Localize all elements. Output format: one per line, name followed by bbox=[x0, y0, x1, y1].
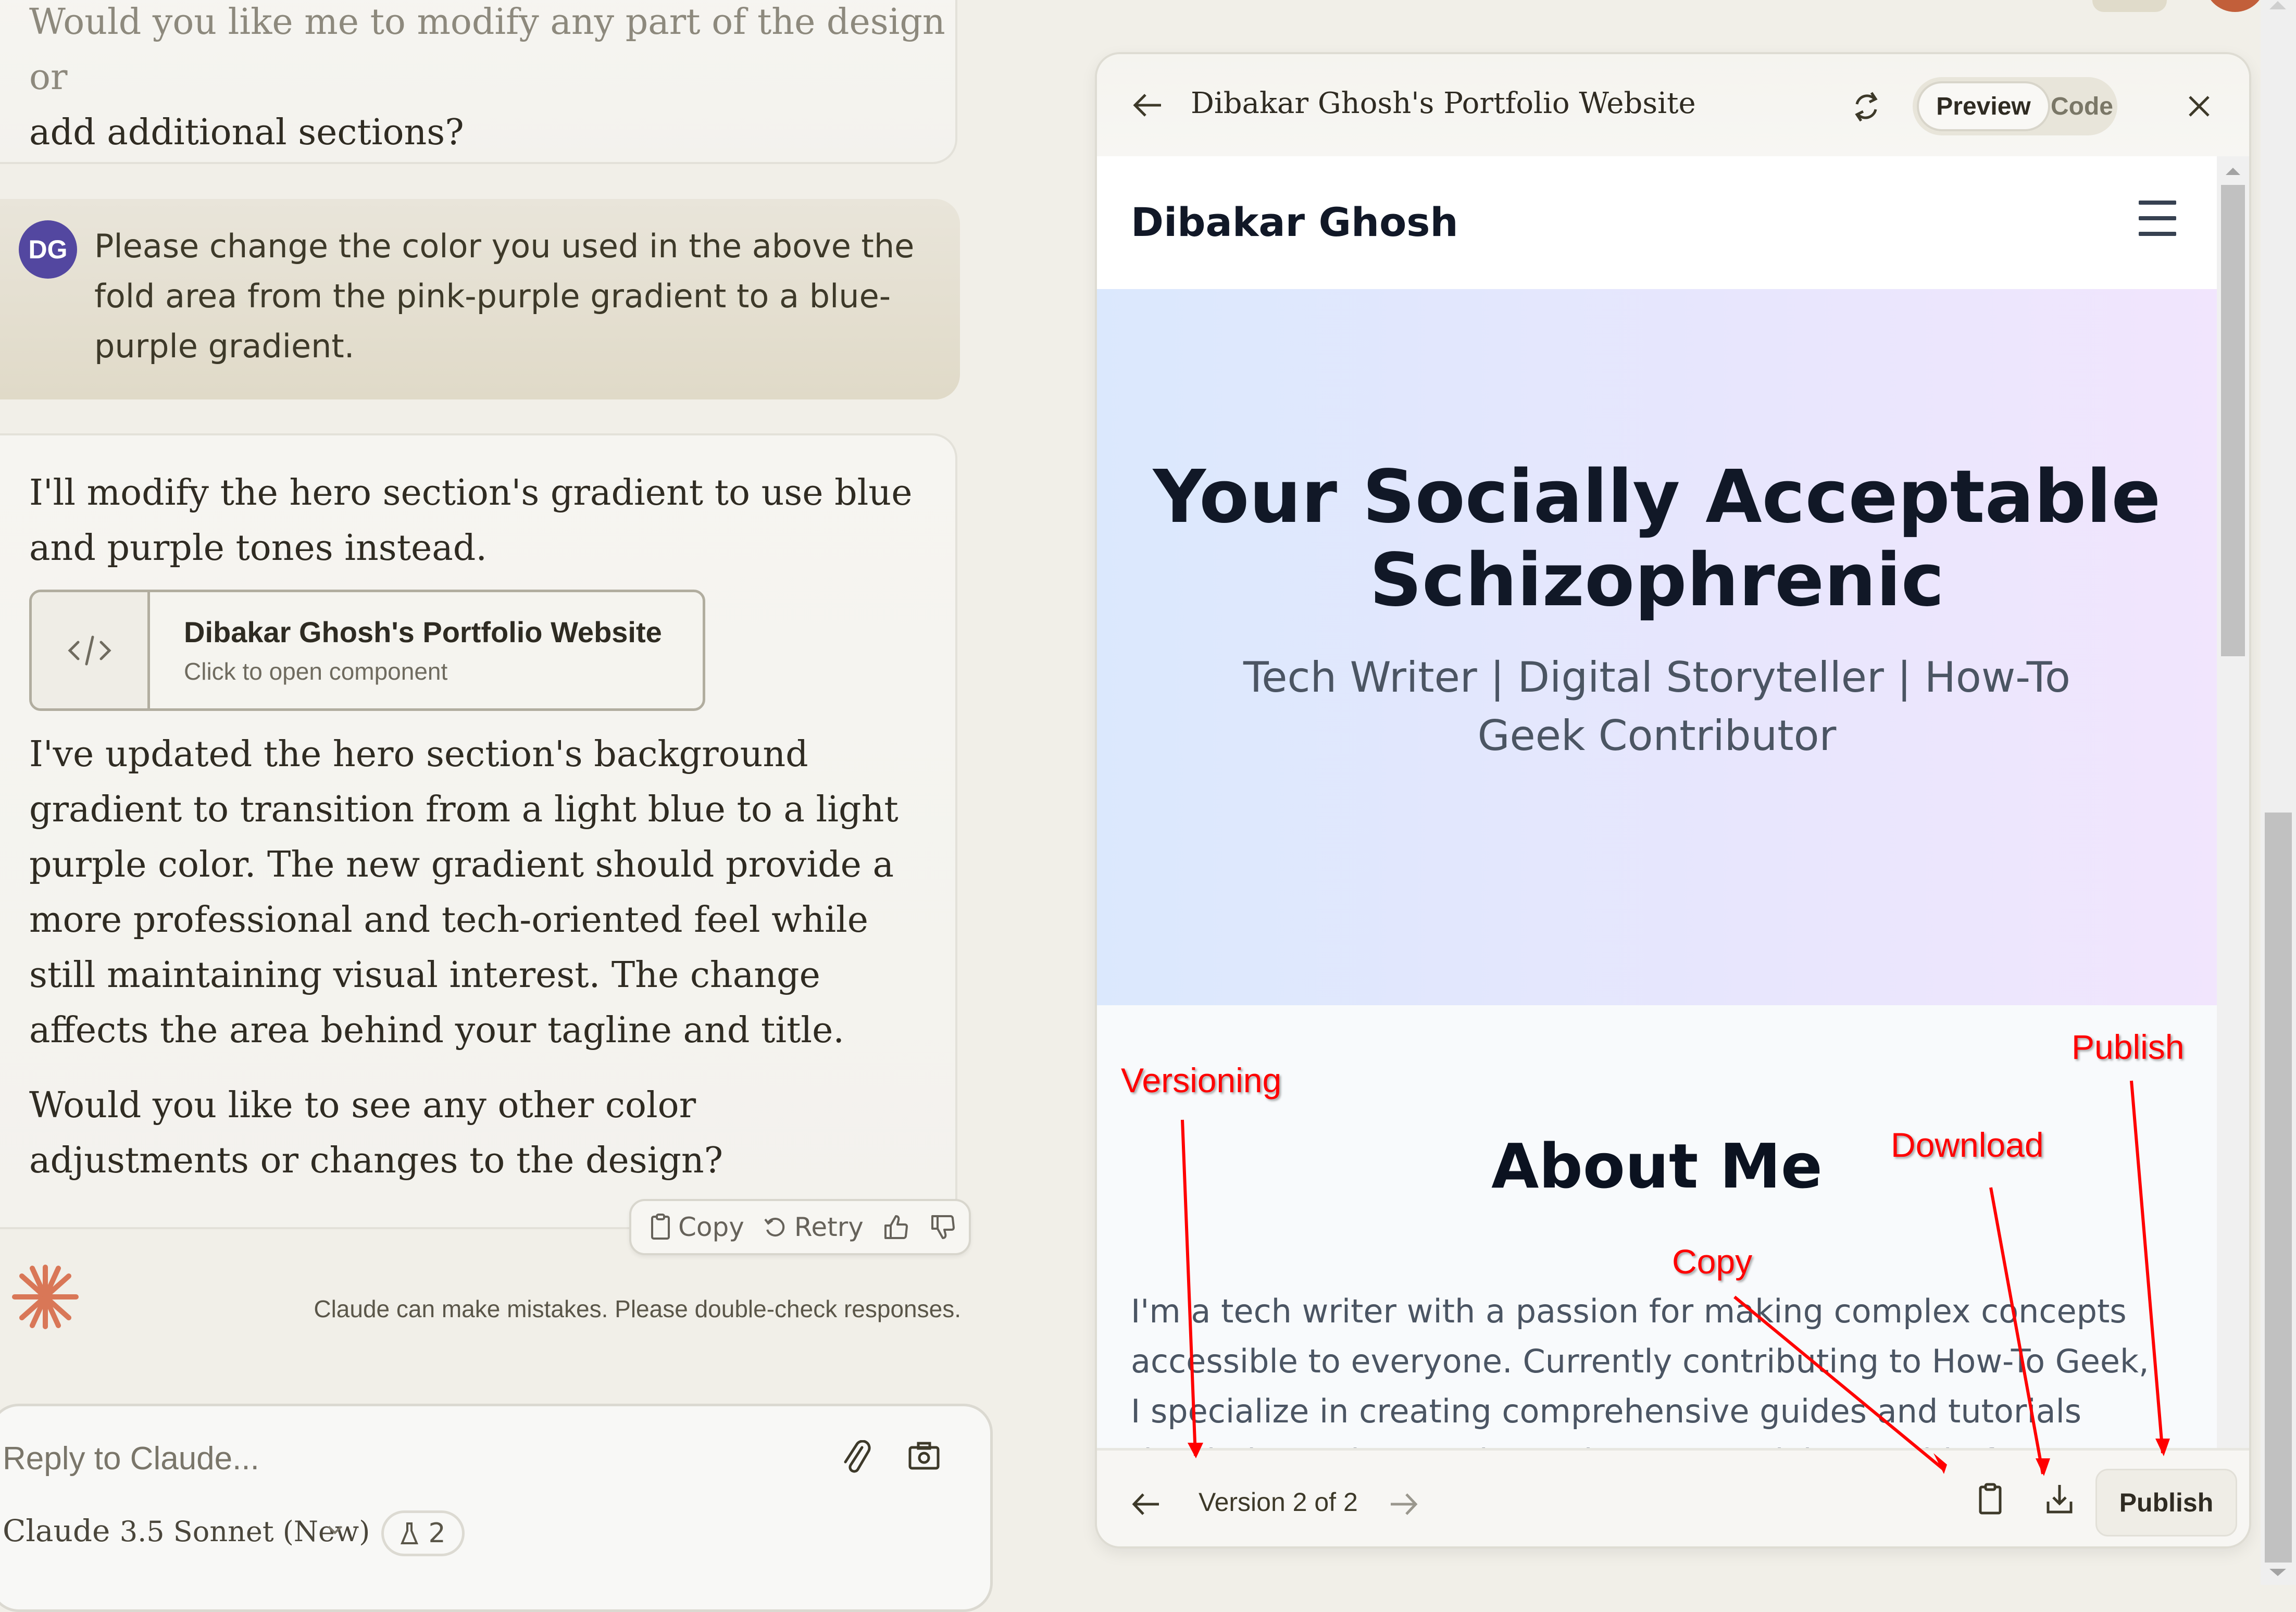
thumbs-up-icon[interactable] bbox=[882, 1214, 908, 1240]
preview-scrollbar[interactable] bbox=[2217, 156, 2249, 1479]
back-arrow-icon[interactable] bbox=[1131, 91, 1164, 120]
tab-preview[interactable]: Preview bbox=[1917, 81, 2050, 131]
annotation-publish: Publish bbox=[2072, 1028, 2185, 1066]
close-icon[interactable] bbox=[2188, 95, 2211, 118]
copy-button[interactable]: Copy bbox=[650, 1212, 744, 1242]
tab-code[interactable]: Code bbox=[2050, 81, 2114, 131]
user-avatar[interactable] bbox=[2204, 0, 2266, 12]
user-avatar-initials: DG bbox=[19, 220, 77, 279]
page-scrollbar[interactable] bbox=[2261, 0, 2296, 1585]
tools-count: 2 bbox=[428, 1518, 446, 1549]
hero-title: Your Socially Acceptable Schizophrenic bbox=[1153, 455, 2161, 623]
scroll-up-arrow[interactable] bbox=[2226, 168, 2240, 175]
paperclip-icon[interactable] bbox=[841, 1440, 872, 1477]
clipboard-icon bbox=[651, 1214, 670, 1240]
assistant-body: I've updated the hero section's backgrou… bbox=[29, 734, 899, 1051]
assistant-intro: I'll modify the hero section's gradient … bbox=[29, 472, 913, 569]
claude-logo-icon bbox=[12, 1265, 79, 1329]
annotation-versioning: Versioning bbox=[1121, 1061, 1282, 1099]
hamburger-menu-icon[interactable] bbox=[2139, 201, 2176, 247]
page-scroll-down-arrow[interactable] bbox=[2269, 1569, 2286, 1576]
artifact-panel: Dibakar Ghosh's Portfolio Website Previe… bbox=[1095, 52, 2251, 1548]
flask-icon bbox=[401, 1522, 419, 1544]
about-text: I'm a tech writer with a passion for mak… bbox=[1131, 1292, 2149, 1448]
reply-input[interactable]: Reply to Claude... bbox=[3, 1440, 259, 1477]
hero-section: Your Socially Acceptable Schizophrenic T… bbox=[1097, 289, 2217, 1005]
page-scroll-thumb[interactable] bbox=[2265, 813, 2292, 1563]
code-icon bbox=[68, 635, 111, 665]
assistant-message: I'll modify the hero section's gradient … bbox=[0, 433, 957, 1229]
preview-viewport: Dibakar Ghosh Your Socially Acceptable S… bbox=[1097, 156, 2217, 1448]
artifact-title: Dibakar Ghosh's Portfolio Website bbox=[1191, 86, 1696, 120]
download-icon[interactable] bbox=[2045, 1483, 2074, 1515]
copy-label: Copy bbox=[678, 1212, 744, 1242]
previous-assistant-message: Would you like me to modify any part of … bbox=[0, 0, 957, 164]
about-heading: About Me bbox=[1491, 1130, 1823, 1202]
previous-version-icon[interactable] bbox=[1131, 1491, 1162, 1517]
tools-badge[interactable]: 2 bbox=[381, 1510, 465, 1556]
thumbs-down-icon[interactable] bbox=[929, 1214, 955, 1240]
site-nav: Dibakar Ghosh bbox=[1097, 156, 2217, 289]
refresh-icon[interactable] bbox=[1851, 89, 1882, 125]
artifact-card[interactable]: Dibakar Ghosh's Portfolio Website Click … bbox=[29, 590, 705, 711]
view-toggle: Preview Code bbox=[1913, 77, 2117, 135]
artifact-card-title: Dibakar Ghosh's Portfolio Website bbox=[184, 616, 662, 648]
artifact-header: Dibakar Ghosh's Portfolio Website Previe… bbox=[1097, 54, 2249, 159]
version-label: Version 2 of 2 bbox=[1199, 1488, 1358, 1517]
message-line: Would you like me to modify any part of … bbox=[29, 2, 945, 98]
clipboard-icon[interactable] bbox=[1977, 1483, 2003, 1515]
publish-button[interactable]: Publish bbox=[2095, 1469, 2237, 1536]
retry-button[interactable]: Retry bbox=[763, 1212, 864, 1242]
annotation-download: Download bbox=[1891, 1126, 2044, 1164]
annotation-copy: Copy bbox=[1672, 1242, 1753, 1281]
hero-tagline: Tech Writer | Digital Storyteller | How-… bbox=[1243, 653, 2070, 760]
site-brand[interactable]: Dibakar Ghosh bbox=[1131, 199, 1458, 245]
camera-icon[interactable] bbox=[908, 1440, 940, 1471]
artifact-footer: Version 2 of 2 Publish bbox=[1097, 1448, 2249, 1546]
assistant-closing: Would you like to see any other color ad… bbox=[29, 1085, 723, 1181]
model-name: Claude bbox=[3, 1513, 110, 1548]
next-version-icon[interactable] bbox=[1388, 1491, 1419, 1517]
message-line: add additional sections? bbox=[29, 112, 464, 153]
composer: Reply to Claude... Claude 3.5 Sonnet (Ne… bbox=[0, 1404, 993, 1612]
message-actions: Copy Retry bbox=[629, 1199, 971, 1255]
artifact-card-subtitle: Click to open component bbox=[184, 658, 448, 685]
retry-icon bbox=[764, 1218, 785, 1237]
scroll-thumb[interactable] bbox=[2221, 185, 2245, 656]
page-scroll-up-arrow[interactable] bbox=[2269, 1, 2286, 9]
code-icon-box bbox=[32, 592, 150, 708]
top-bar-button[interactable] bbox=[2092, 0, 2167, 12]
user-message-text: Please change the color you used in the … bbox=[94, 227, 915, 365]
chevron-down-icon[interactable] bbox=[326, 1523, 344, 1536]
retry-label: Retry bbox=[794, 1212, 864, 1242]
disclaimer: Claude can make mistakes. Please double-… bbox=[314, 1295, 961, 1322]
model-selector[interactable]: Claude 3.5 Sonnet (New) bbox=[3, 1513, 370, 1548]
